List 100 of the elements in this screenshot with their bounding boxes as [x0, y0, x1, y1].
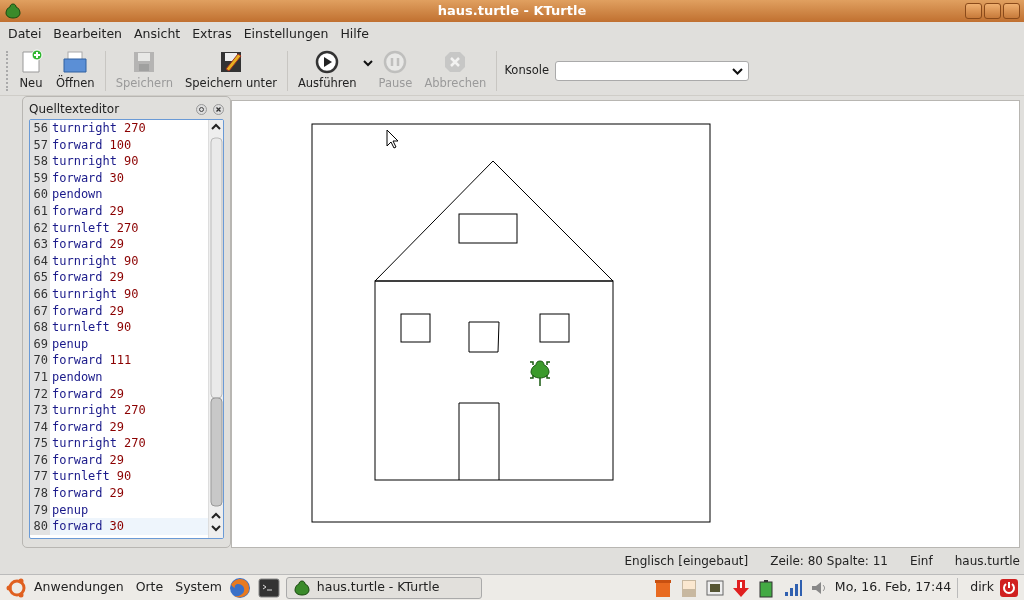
code-command: turnright: [51, 435, 118, 452]
panel-menu[interactable]: System: [175, 578, 222, 597]
code-command: forward: [51, 136, 103, 154]
code-command: turnright: [51, 402, 118, 419]
ubuntu-logo-icon[interactable]: [6, 576, 28, 599]
code-command: forward: [51, 302, 103, 320]
code-argument: 270: [123, 120, 146, 137]
code-argument: 29: [108, 202, 125, 220]
code-argument: 29: [108, 269, 125, 286]
code-command: turnright: [51, 120, 118, 137]
console-dropdown[interactable]: [555, 60, 749, 81]
line-number: 77: [30, 468, 50, 486]
code-command: forward: [51, 485, 103, 502]
power-icon[interactable]: [1000, 578, 1018, 597]
code-command: pendown: [51, 186, 103, 203]
code-command: turnright: [51, 285, 118, 303]
code-command: forward: [51, 352, 103, 369]
code-editor[interactable]: [29, 119, 224, 539]
window-title: haus.turtle - KTurtle: [437, 2, 587, 20]
line-number: 68: [30, 319, 50, 336]
folder-icon: [62, 48, 89, 75]
toolbar-button[interactable]: Speichern unter: [179, 46, 283, 95]
code-command: turnright: [51, 252, 118, 270]
code-command: turnleft: [51, 319, 110, 336]
globe-icon[interactable]: [227, 575, 252, 600]
status-text: Einf: [909, 553, 933, 570]
line-number: 60: [30, 186, 50, 203]
panel-menu[interactable]: Anwendungen: [34, 578, 124, 597]
alert-arrow-icon[interactable]: [730, 577, 751, 598]
code-command: forward: [51, 269, 103, 286]
line-number: 73: [30, 402, 50, 419]
code-argument: 90: [115, 319, 132, 336]
code-argument: 270: [123, 435, 146, 452]
code-command: penup: [51, 501, 89, 519]
user-name[interactable]: dirk: [970, 578, 994, 597]
code-argument: 90: [123, 285, 139, 303]
dropdown-caret-icon: [732, 67, 743, 75]
code-argument: 29: [108, 418, 125, 436]
play-icon: [314, 48, 341, 75]
dock-title: Quelltexteditor: [29, 101, 121, 118]
line-number: 56: [30, 120, 50, 137]
terminal-icon[interactable]: [257, 577, 280, 598]
float-icon[interactable]: [196, 103, 207, 115]
console-label: Konsole: [504, 61, 549, 79]
taskbar-window-button[interactable]: haus.turtle - KTurtle: [285, 576, 482, 599]
code-command: forward: [51, 385, 103, 403]
code-command: forward: [51, 202, 103, 220]
line-number: 70: [30, 352, 50, 369]
minimize-button[interactable]: [965, 3, 982, 19]
code-argument: 29: [108, 485, 125, 502]
line-number: 63: [30, 236, 50, 253]
menu-item[interactable]: Einstellungen: [237, 21, 335, 47]
code-argument: 270: [115, 219, 139, 237]
toolbar-button[interactable]: Neu: [12, 46, 50, 95]
status-text: Zeile: 80 Spalte: 11: [770, 553, 888, 570]
clock[interactable]: Mo, 16. Feb, 17:44: [834, 578, 952, 597]
code-command: turnleft: [51, 219, 110, 237]
code-command: turnright: [51, 153, 118, 170]
panel-menu[interactable]: Orte: [135, 578, 164, 597]
code-command: forward: [51, 418, 103, 436]
code-command: forward: [51, 169, 103, 187]
menu-item[interactable]: Ansicht: [128, 21, 187, 47]
scrollbar[interactable]: [208, 120, 223, 538]
code-command: forward: [51, 236, 103, 253]
line-number: 78: [30, 485, 50, 502]
code-argument: 111: [108, 352, 132, 369]
menu-item[interactable]: Datei: [2, 21, 48, 47]
code-argument: 30: [108, 169, 125, 187]
toolbar-button[interactable]: Öffnen: [50, 46, 101, 95]
code-argument: 29: [108, 385, 125, 403]
close-icon[interactable]: [213, 103, 224, 115]
line-number: 58: [30, 153, 50, 170]
code-command: turnleft: [51, 468, 110, 486]
line-number: 80: [30, 518, 50, 535]
maximize-button[interactable]: [984, 3, 1001, 19]
code-argument: 270: [123, 402, 146, 419]
code-command: pendown: [51, 368, 103, 386]
mouse-cursor-icon: [386, 129, 399, 149]
menu-item[interactable]: Extras: [186, 21, 238, 47]
code-argument: 90: [123, 252, 139, 270]
screen-icon[interactable]: [704, 577, 725, 598]
code-argument: 90: [115, 468, 132, 486]
status-text: Englisch [eingebaut]: [624, 553, 749, 570]
code-argument: 29: [108, 236, 125, 253]
trash-icon[interactable]: [652, 577, 673, 598]
code-command: forward: [51, 451, 103, 469]
code-argument: 30: [108, 518, 125, 535]
code-command: forward: [51, 518, 103, 535]
pause-icon: [382, 48, 409, 75]
menu-item[interactable]: Bearbeiten: [47, 21, 129, 47]
dropdown-caret-icon[interactable]: [362, 60, 373, 67]
code-argument: 29: [108, 302, 125, 320]
menu-item[interactable]: Hilfe: [334, 21, 375, 47]
line-number: 75: [30, 435, 50, 452]
close-button[interactable]: [1003, 3, 1020, 19]
code-argument: 90: [123, 153, 139, 170]
code-argument: 29: [108, 451, 125, 469]
code-argument: 100: [108, 136, 132, 154]
signal-bars-icon[interactable]: [782, 577, 803, 598]
toolbar-button[interactable]: Ausführen: [291, 46, 363, 95]
